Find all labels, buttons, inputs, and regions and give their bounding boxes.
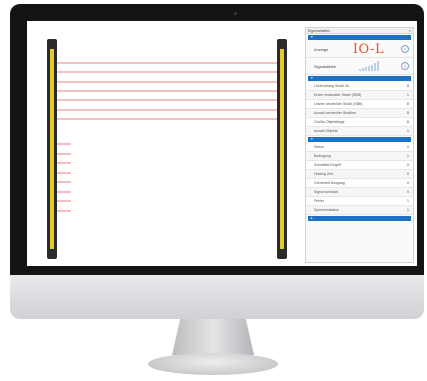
property-row[interactable]: Bedingung 1 bbox=[306, 152, 413, 161]
collapse-icon: ▾ bbox=[311, 76, 313, 80]
collapse-icon: ▾ bbox=[311, 137, 313, 141]
collapse-icon: ▾ bbox=[311, 35, 313, 39]
expand-icon: ▸ bbox=[311, 216, 313, 220]
property-value: 1 bbox=[407, 93, 409, 97]
property-value: 8 bbox=[407, 111, 409, 115]
property-value: 8 bbox=[407, 102, 409, 106]
status-list: Status 0 Bedingung 1 Schaltfeld Eingriff 0 Hol… bbox=[306, 143, 413, 215]
section-header-status[interactable]: ▾ bbox=[308, 137, 411, 142]
screen: Eigenschaften × ▾ Anzeige IO-L ? Signals… bbox=[27, 21, 417, 266]
property-row[interactable]: Synchronisation 1 bbox=[306, 206, 413, 215]
help-icon[interactable]: ? bbox=[401, 45, 409, 53]
property-row[interactable]: Fehler 1 bbox=[306, 197, 413, 206]
signal-label: Signalstärke bbox=[314, 63, 337, 69]
property-value: 1 bbox=[407, 129, 409, 133]
property-row[interactable]: Signal schwach 0 bbox=[306, 188, 413, 197]
property-value: 0 bbox=[407, 163, 409, 167]
property-value: 8 bbox=[407, 84, 409, 88]
monitor-chin bbox=[10, 275, 424, 319]
property-value: 1 bbox=[407, 154, 409, 158]
section-header-more[interactable]: ▸ bbox=[308, 216, 411, 221]
property-row[interactable]: Anzahl verdeckter Strahlen 8 bbox=[306, 109, 413, 118]
property-value: 0 bbox=[407, 190, 409, 194]
monitor-stand-foot bbox=[148, 353, 278, 375]
property-row[interactable]: Lichtvorhang Strahl Nr. 8 bbox=[306, 82, 413, 91]
signal-row: Signalstärke ? bbox=[306, 58, 413, 75]
help-icon[interactable]: ? bbox=[401, 62, 409, 70]
light-beams bbox=[57, 62, 277, 212]
panel-title: Eigenschaften bbox=[308, 28, 331, 33]
properties-panel: Eigenschaften × ▾ Anzeige IO-L ? Signals… bbox=[305, 27, 414, 263]
sensor-column-left[interactable] bbox=[47, 39, 57, 259]
monitor-stand-neck bbox=[172, 319, 254, 355]
sensor-strip-left bbox=[50, 49, 54, 249]
property-row[interactable]: Holding Zeit 0 bbox=[306, 170, 413, 179]
property-name: Anzahl Objekte bbox=[314, 129, 338, 133]
process-data-list: Lichtvorhang Strahl Nr. 8 Erster verdeckte… bbox=[306, 82, 413, 136]
property-row[interactable]: Letzter verdeckter Strahl (SBB) 8 bbox=[306, 100, 413, 109]
property-name: Erster verdeckter Strahl (SBB) bbox=[314, 93, 362, 97]
property-value: 8 bbox=[407, 120, 409, 124]
property-value: 1 bbox=[407, 208, 409, 212]
property-name: Grenzwert Ausgang bbox=[314, 181, 345, 185]
property-name: Anzahl verdeckter Strahlen bbox=[314, 111, 357, 115]
panel-titlebar: Eigenschaften × bbox=[306, 28, 413, 34]
close-icon[interactable]: × bbox=[409, 28, 411, 33]
webcam bbox=[234, 12, 237, 15]
property-row[interactable]: Anzahl Objekte 1 bbox=[306, 127, 413, 136]
property-name: Fehler bbox=[314, 199, 324, 203]
section-header-display[interactable]: ▾ bbox=[308, 35, 411, 40]
property-name: Schaltfeld Eingriff bbox=[314, 163, 342, 167]
property-name: Bedingung bbox=[314, 154, 331, 158]
property-name: Status bbox=[314, 145, 324, 149]
signal-strength-icon bbox=[336, 61, 401, 71]
property-name: Lichtvorhang Strahl Nr. bbox=[314, 84, 350, 88]
sensor-strip-right bbox=[280, 49, 284, 249]
property-row[interactable]: Erster verdeckter Strahl (SBB) 1 bbox=[306, 91, 413, 100]
property-row[interactable]: Status 0 bbox=[306, 143, 413, 152]
property-name: Signal schwach bbox=[314, 190, 339, 194]
property-value: 0 bbox=[407, 172, 409, 176]
property-row[interactable]: Schaltfeld Eingriff 0 bbox=[306, 161, 413, 170]
property-value: 0 bbox=[407, 181, 409, 185]
property-value: 0 bbox=[407, 145, 409, 149]
property-name: Größte Objektlänge bbox=[314, 120, 345, 124]
property-name: Holding Zeit bbox=[314, 172, 333, 176]
section-header-process-data[interactable]: ▾ bbox=[308, 76, 411, 81]
display-label: Anzeige bbox=[314, 46, 329, 52]
property-row[interactable]: Grenzwert Ausgang 0 bbox=[306, 179, 413, 188]
property-name: Synchronisation bbox=[314, 208, 339, 212]
property-value: 1 bbox=[407, 199, 409, 203]
property-row[interactable]: Größte Objektlänge 8 bbox=[306, 118, 413, 127]
property-name: Letzter verdeckter Strahl (SBB) bbox=[314, 102, 363, 106]
sensor-column-right[interactable] bbox=[277, 39, 287, 259]
io-link-logo: IO-L bbox=[352, 41, 385, 57]
display-row: Anzeige IO-L ? bbox=[306, 41, 413, 58]
